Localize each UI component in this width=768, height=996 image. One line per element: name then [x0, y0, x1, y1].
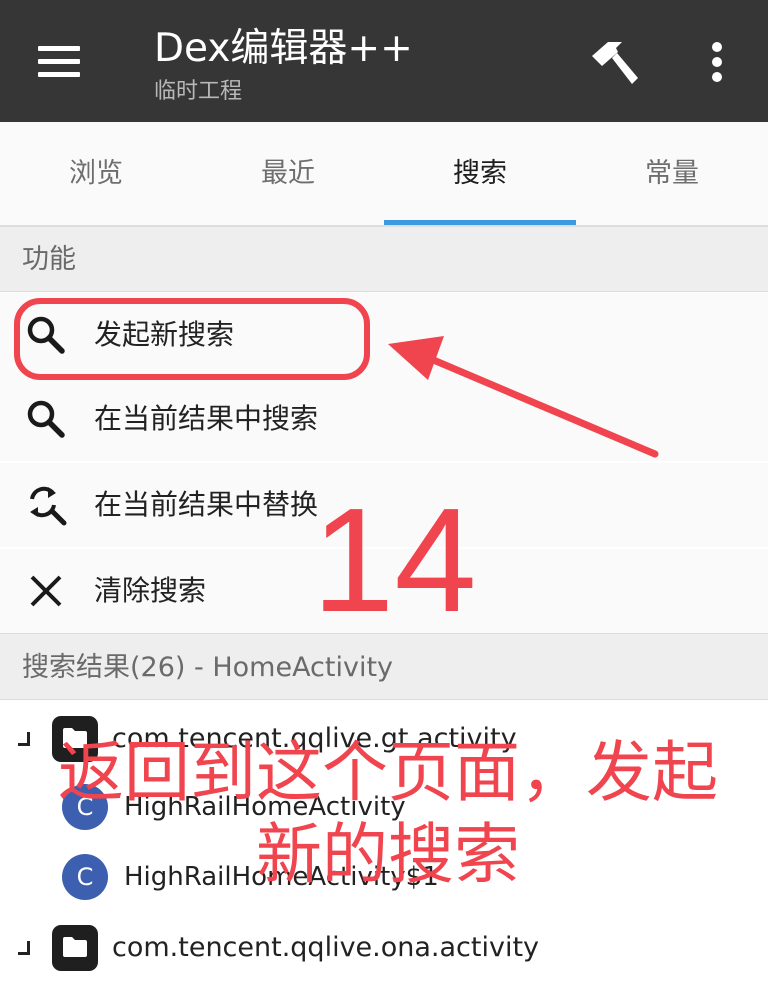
folder-icon	[52, 925, 98, 971]
functions-header: 功能	[0, 226, 768, 292]
tab-constants[interactable]: 常量	[576, 122, 768, 225]
hamburger-menu-icon[interactable]	[38, 46, 80, 78]
replace-in-results-label: 在当前结果中替换	[94, 488, 319, 521]
package-label: com.tencent.qqlive.ona.activity	[112, 932, 540, 963]
search-in-results-label: 在当前结果中搜索	[94, 402, 319, 435]
hammer-icon[interactable]	[588, 38, 642, 88]
search-icon	[24, 397, 68, 441]
tab-browse[interactable]: 浏览	[0, 122, 192, 225]
tab-bar: 浏览 最近 搜索 常量	[0, 122, 768, 226]
expand-toggle-icon[interactable]	[18, 941, 30, 955]
tab-search[interactable]: 搜索	[384, 122, 576, 225]
close-icon	[24, 569, 68, 613]
results-header: 搜索结果(26) - HomeActivity	[0, 633, 768, 700]
active-tab-indicator	[384, 220, 576, 225]
tree-row[interactable]: com.tencent.qqlive.ona.activity	[0, 913, 768, 983]
project-subtitle: 临时工程	[154, 79, 243, 104]
app-bar: Dex编辑器++ 临时工程	[0, 0, 768, 122]
more-vertical-icon[interactable]	[698, 40, 738, 84]
app-title: Dex编辑器++	[154, 26, 413, 71]
search-replace-icon	[24, 483, 68, 527]
highlight-box	[14, 298, 370, 380]
clear-search-label: 清除搜索	[94, 574, 207, 607]
step-number: 14	[312, 478, 477, 643]
instruction-text: 返回到这个页面，发起新的搜索	[58, 734, 718, 893]
tab-recent[interactable]: 最近	[192, 122, 384, 225]
arrow-icon	[380, 330, 670, 470]
